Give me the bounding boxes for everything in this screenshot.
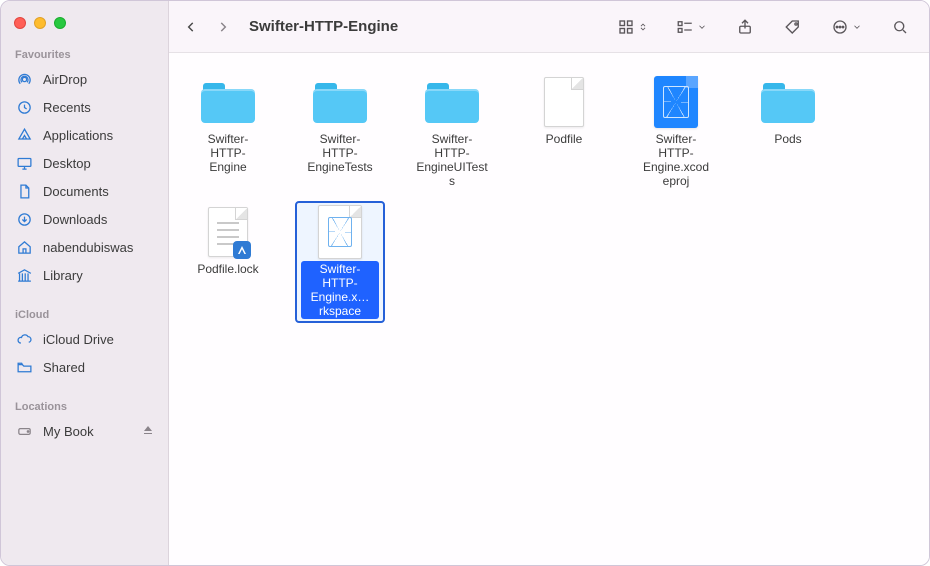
sidebar-item-label: Downloads bbox=[43, 212, 107, 227]
main-pane: Swifter-HTTP-Engine bbox=[169, 1, 929, 565]
file-label: Swifter-HTTP-Engine.xcodeproj bbox=[637, 131, 715, 189]
sidebar-item-label: My Book bbox=[43, 424, 94, 439]
sidebar-item-applications[interactable]: Applications bbox=[1, 121, 168, 149]
back-button[interactable] bbox=[177, 13, 205, 41]
sidebar-item-label: Desktop bbox=[43, 156, 91, 171]
traffic-lights bbox=[1, 11, 168, 43]
sidebar-item-desktop[interactable]: Desktop bbox=[1, 149, 168, 177]
file-item-xcodeproj[interactable]: Swifter-HTTP-Engine.xcodeproj bbox=[631, 71, 721, 195]
sidebar-item-documents[interactable]: Documents bbox=[1, 177, 168, 205]
file-icon bbox=[198, 207, 258, 257]
file-label: Swifter-HTTP-Engine.x…rkspace bbox=[301, 261, 379, 319]
sidebar-item-label: AirDrop bbox=[43, 72, 87, 87]
sidebar-item-recents[interactable]: Recents bbox=[1, 93, 168, 121]
file-item-podfile-lock[interactable]: Podfile.lock bbox=[183, 201, 273, 323]
home-icon bbox=[15, 238, 33, 256]
file-item-folder[interactable]: Pods bbox=[743, 71, 833, 195]
file-item-folder[interactable]: Swifter-HTTP-Engine bbox=[183, 71, 273, 195]
sidebar-section-title: Favourites bbox=[1, 43, 168, 65]
sidebar-item-airdrop[interactable]: AirDrop bbox=[1, 65, 168, 93]
toolbar: Swifter-HTTP-Engine bbox=[169, 1, 929, 53]
file-item-folder[interactable]: Swifter-HTTP-EngineTests bbox=[295, 71, 385, 195]
sidebar-item-label: iCloud Drive bbox=[43, 332, 114, 347]
sidebar-item-library[interactable]: Library bbox=[1, 261, 168, 289]
sidebar-item-home[interactable]: nabendubiswas bbox=[1, 233, 168, 261]
eject-icon[interactable] bbox=[142, 424, 154, 439]
file-label: Swifter-HTTP-Engine bbox=[189, 131, 267, 175]
file-label: Podfile bbox=[543, 131, 586, 147]
file-item-xcworkspace[interactable]: Swifter-HTTP-Engine.x…rkspace bbox=[295, 201, 385, 323]
window-title: Swifter-HTTP-Engine bbox=[249, 18, 398, 35]
sidebar-item-label: Shared bbox=[43, 360, 85, 375]
disk-icon bbox=[15, 422, 33, 440]
sidebar-section-title: Locations bbox=[1, 395, 168, 417]
view-mode-button[interactable] bbox=[612, 13, 653, 41]
document-icon bbox=[15, 182, 33, 200]
folder-icon bbox=[758, 77, 818, 127]
sidebar-item-label: Library bbox=[43, 268, 83, 283]
vscode-badge-icon bbox=[233, 241, 251, 259]
folder-icon bbox=[422, 77, 482, 127]
minimize-window-button[interactable] bbox=[34, 17, 46, 29]
file-icon bbox=[534, 77, 594, 127]
airdrop-icon bbox=[15, 70, 33, 88]
sidebar-section-title: iCloud bbox=[1, 303, 168, 325]
xcworkspace-icon bbox=[310, 207, 370, 257]
group-by-button[interactable] bbox=[671, 13, 712, 41]
folder-icon bbox=[310, 77, 370, 127]
sidebar: Favourites AirDrop Recents Applications … bbox=[1, 1, 169, 565]
cloud-icon bbox=[15, 330, 33, 348]
more-actions-button[interactable] bbox=[826, 13, 867, 41]
sidebar-item-external-disk[interactable]: My Book bbox=[1, 417, 168, 445]
xcodeproj-icon bbox=[646, 77, 706, 127]
search-button[interactable] bbox=[885, 13, 915, 41]
file-label: Swifter-HTTP-EngineUITests bbox=[413, 131, 491, 189]
tags-button[interactable] bbox=[778, 13, 808, 41]
close-window-button[interactable] bbox=[14, 17, 26, 29]
download-icon bbox=[15, 210, 33, 228]
toolbar-right bbox=[612, 13, 915, 41]
apps-icon bbox=[15, 126, 33, 144]
file-label: Pods bbox=[771, 131, 804, 147]
file-label: Swifter-HTTP-EngineTests bbox=[301, 131, 379, 175]
sidebar-item-shared[interactable]: Shared bbox=[1, 353, 168, 381]
sidebar-item-icloud-drive[interactable]: iCloud Drive bbox=[1, 325, 168, 353]
share-button[interactable] bbox=[730, 13, 760, 41]
file-item-podfile[interactable]: Podfile bbox=[519, 71, 609, 195]
finder-window: Favourites AirDrop Recents Applications … bbox=[0, 0, 930, 566]
library-icon bbox=[15, 266, 33, 284]
icon-grid[interactable]: Swifter-HTTP-Engine Swifter-HTTP-EngineT… bbox=[169, 53, 929, 565]
file-item-folder[interactable]: Swifter-HTTP-EngineUITests bbox=[407, 71, 497, 195]
sidebar-item-label: Applications bbox=[43, 128, 113, 143]
shared-folder-icon bbox=[15, 358, 33, 376]
sidebar-item-label: nabendubiswas bbox=[43, 240, 133, 255]
sidebar-item-label: Documents bbox=[43, 184, 109, 199]
sidebar-item-label: Recents bbox=[43, 100, 91, 115]
folder-icon bbox=[198, 77, 258, 127]
file-label: Podfile.lock bbox=[194, 261, 261, 277]
zoom-window-button[interactable] bbox=[54, 17, 66, 29]
desktop-icon bbox=[15, 154, 33, 172]
clock-icon bbox=[15, 98, 33, 116]
forward-button[interactable] bbox=[209, 13, 237, 41]
sidebar-item-downloads[interactable]: Downloads bbox=[1, 205, 168, 233]
